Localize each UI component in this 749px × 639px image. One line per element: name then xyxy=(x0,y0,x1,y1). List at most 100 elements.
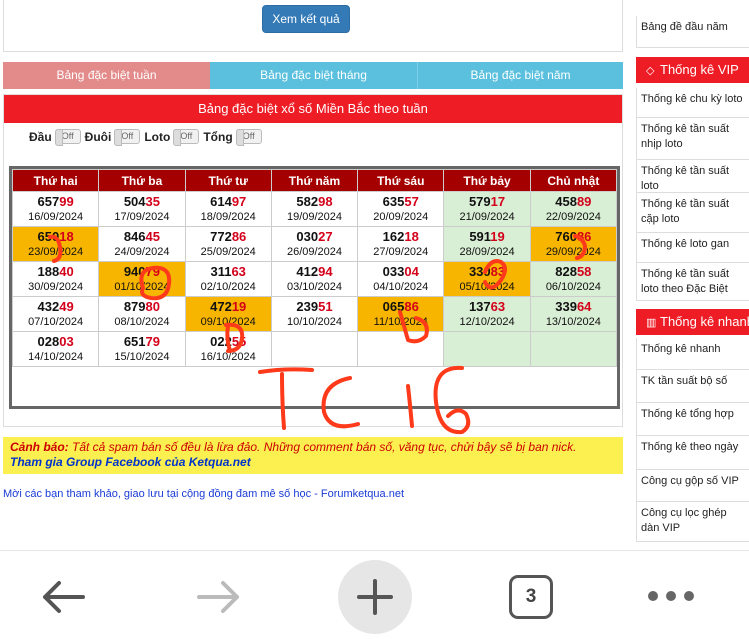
result-cell: 58298 19/09/2024 xyxy=(270,191,359,227)
result-date: 26/09/2024 xyxy=(286,246,343,258)
result-number: 65179 xyxy=(99,334,184,350)
sidebar-item-quick[interactable]: Thống kê theo ngày xyxy=(636,436,749,470)
result-prefix-digits: 614 xyxy=(210,194,232,209)
result-prefix-digits: 028 xyxy=(37,334,60,349)
result-date: 17/09/2024 xyxy=(114,211,170,223)
toggle-tail[interactable]: Off xyxy=(114,129,141,146)
sidebar-item-vip[interactable]: Thống kê tần suất cặp loto xyxy=(636,193,749,233)
special-table-panel: Bảng đặc biệt xổ số Miền Bắc theo tuần Đ… xyxy=(3,94,623,427)
tab-monthly[interactable]: Bảng đặc biệt tháng xyxy=(210,62,418,89)
result-date: 29/09/2024 xyxy=(545,246,601,258)
diamond-icon: ◇ xyxy=(646,65,655,77)
more-menu-icon[interactable] xyxy=(643,581,699,611)
result-last-two-digits: 80 xyxy=(145,299,160,314)
result-cell: 41294 03/10/2024 xyxy=(270,261,359,297)
result-cell: 87980 08/10/2024 xyxy=(98,296,186,332)
period-tabs: Bảng đặc biệt tuần Bảng đặc biệt tháng B… xyxy=(3,62,623,89)
toggle-head[interactable]: Off xyxy=(54,129,81,146)
result-last-two-digits: 89 xyxy=(576,194,592,209)
sidebar-item-quick[interactable]: Thống kê nhanh xyxy=(636,338,749,370)
weekday-header: Thứ bảy xyxy=(443,169,531,192)
sidebar-item-quick[interactable]: Thống kê tổng hợp xyxy=(636,403,749,436)
new-tab-plus-icon[interactable] xyxy=(338,560,412,634)
sidebar-item-vip[interactable]: Thống kê tần suất loto xyxy=(636,160,749,193)
forum-link[interactable]: Mời các bạn tham khảo, giao lưu tại cộng… xyxy=(3,488,404,500)
result-cell: 13763 12/10/2024 xyxy=(443,296,531,332)
result-cell xyxy=(443,331,531,367)
result-prefix-digits: 432 xyxy=(37,299,60,314)
result-prefix-digits: 650 xyxy=(37,229,60,244)
result-last-two-digits: 03 xyxy=(59,334,74,349)
result-cell: 65018 23/09/2024 xyxy=(11,226,100,262)
result-prefix-digits: 591 xyxy=(469,229,491,244)
table-row: 43249 07/10/2024 87980 08/10/2024 47219 09/10… xyxy=(11,296,618,332)
filter-toggles: Đầu Off Đuôi Off Loto Off Tổng Off xyxy=(29,129,266,146)
result-date: 08/10/2024 xyxy=(114,316,170,328)
result-prefix-digits: 137 xyxy=(468,299,491,314)
result-cell: 33964 13/10/2024 xyxy=(529,296,618,332)
result-prefix-digits: 472 xyxy=(210,299,232,314)
weekday-header: Thứ hai xyxy=(11,169,100,192)
result-cell: 84645 24/09/2024 xyxy=(98,226,186,262)
result-prefix-digits: 772 xyxy=(210,229,232,244)
sidebar-item-quick[interactable]: TK tần suất bộ số xyxy=(636,370,749,403)
result-last-two-digits: 35 xyxy=(145,194,160,209)
tab-weekly[interactable]: Bảng đặc biệt tuần xyxy=(3,62,210,89)
result-number: 61497 xyxy=(186,194,271,210)
result-last-two-digits: 51 xyxy=(318,299,333,314)
result-last-two-digits: 27 xyxy=(318,229,333,244)
result-last-two-digits: 17 xyxy=(490,194,506,209)
facebook-group-link[interactable]: Tham gia Group Facebook của Ketqua.net xyxy=(10,455,616,470)
result-last-two-digits: 86 xyxy=(231,229,247,244)
sidebar-item-vip[interactable]: Thống kê tần suất nhịp loto xyxy=(636,118,749,160)
result-number: 77286 xyxy=(186,229,271,245)
result-last-two-digits: 79 xyxy=(145,264,160,279)
result-number: 02803 xyxy=(13,334,98,350)
result-date: 07/10/2024 xyxy=(28,316,84,328)
back-arrow-icon[interactable] xyxy=(36,575,90,619)
result-last-two-digits: 55 xyxy=(231,334,247,349)
result-date: 01/10/2024 xyxy=(114,281,170,293)
sidebar-item-vip[interactable]: Thống kê loto gan xyxy=(636,233,749,263)
result-last-two-digits: 19 xyxy=(490,229,505,244)
result-last-two-digits: 64 xyxy=(576,299,592,314)
result-date: 28/09/2024 xyxy=(459,246,515,258)
main-content: Xem kết quả Bảng đặc biệt tuần Bảng đặc … xyxy=(0,0,626,550)
sidebar-item-quick[interactable]: Công cụ gộp số VIP xyxy=(636,470,749,502)
sidebar-section-quick: ▥ Thống kê nhanh xyxy=(636,309,749,335)
result-number: 31163 xyxy=(186,264,271,280)
result-date: 13/10/2024 xyxy=(545,316,601,328)
weekday-header: Thứ sáu xyxy=(357,169,445,192)
view-results-button[interactable]: Xem kết quả xyxy=(262,5,350,33)
result-last-two-digits: 79 xyxy=(145,334,160,349)
tab-yearly[interactable]: Bảng đặc biệt năm xyxy=(418,62,623,89)
sidebar-item-quick[interactable]: Công cụ lọc ghép dàn VIP xyxy=(636,502,749,542)
result-date: 02/10/2024 xyxy=(200,281,256,293)
result-number: 87980 xyxy=(99,299,184,315)
result-prefix-digits: 022 xyxy=(210,334,232,349)
result-prefix-digits: 582 xyxy=(296,194,319,209)
result-last-two-digits: 58 xyxy=(576,264,592,279)
result-date: 03/10/2024 xyxy=(286,281,343,293)
sidebar-item-yearly-head[interactable]: Bảng đề đầu năm xyxy=(636,16,749,48)
result-prefix-digits: 065 xyxy=(382,299,405,314)
result-cell: 50435 17/09/2024 xyxy=(98,191,186,227)
result-last-two-digits: 19 xyxy=(231,299,247,314)
result-cell xyxy=(529,331,618,367)
tab-switcher-button[interactable]: 3 xyxy=(506,573,556,621)
result-cell: 76086 29/09/2024 xyxy=(529,226,618,262)
result-prefix-digits: 311 xyxy=(210,264,232,279)
result-cell xyxy=(357,331,445,367)
filter-label-loto: Loto xyxy=(144,129,171,144)
result-cell: 65179 15/10/2024 xyxy=(98,331,186,367)
sidebar-item-vip[interactable]: Thống kê chu kỳ loto xyxy=(636,88,749,118)
result-prefix-digits: 188 xyxy=(37,264,60,279)
sidebar-item-vip[interactable]: Thống kê tần suất loto theo Đặc Biệt xyxy=(636,263,749,301)
result-number: 94079 xyxy=(99,264,184,280)
forward-arrow-icon[interactable] xyxy=(192,575,246,619)
result-number: 76086 xyxy=(531,229,616,245)
toggle-sum[interactable]: Off xyxy=(235,129,262,146)
result-cell: 16218 27/09/2024 xyxy=(357,226,445,262)
sidebar-section-vip: ◇ Thống kê VIP xyxy=(636,57,749,83)
toggle-loto[interactable]: Off xyxy=(173,129,200,146)
